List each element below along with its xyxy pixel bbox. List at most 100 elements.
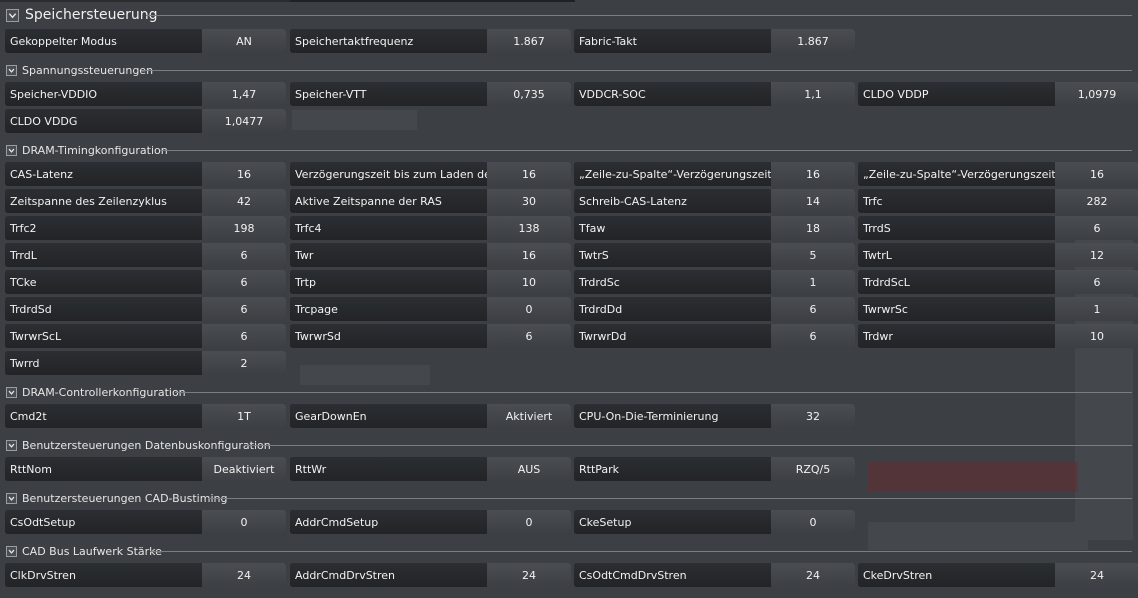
setting-value[interactable]: 0 bbox=[202, 510, 286, 534]
setting-trcd-read[interactable]: „Zeile-zu-Spalte“-Verzögerungszeit f... 1… bbox=[574, 162, 855, 186]
setting-value[interactable]: 1 bbox=[771, 270, 855, 294]
setting-trdrddd[interactable]: TrdrdDd 6 bbox=[574, 297, 855, 321]
section-header-cad-bustiming[interactable]: Benutzersteuerungen CAD-Bustiming bbox=[6, 491, 227, 505]
setting-value[interactable]: 1.867 bbox=[771, 29, 855, 53]
chevron-down-icon[interactable] bbox=[6, 492, 17, 504]
setting-value[interactable]: 1.867 bbox=[487, 29, 571, 53]
setting-speicher-vddio[interactable]: Speicher-VDDIO 1,47 bbox=[5, 82, 286, 106]
setting-ckesetup[interactable]: CkeSetup 0 bbox=[574, 510, 855, 534]
setting-csodtcmddrvstren[interactable]: CsOdtCmdDrvStren 24 bbox=[574, 563, 855, 587]
setting-value[interactable]: 18 bbox=[771, 216, 855, 240]
setting-trrdl[interactable]: TrrdL 6 bbox=[5, 243, 286, 267]
setting-tras[interactable]: Aktive Zeitspanne der RAS 30 bbox=[290, 189, 571, 213]
setting-value[interactable]: 0 bbox=[487, 510, 571, 534]
setting-value[interactable]: 6 bbox=[771, 297, 855, 321]
setting-twr[interactable]: Twr 16 bbox=[290, 243, 571, 267]
setting-clkdrvstren[interactable]: ClkDrvStren 24 bbox=[5, 563, 286, 587]
setting-value[interactable]: 1T bbox=[202, 404, 286, 428]
setting-gekoppelter-modus[interactable]: Gekoppelter Modus AN bbox=[5, 29, 286, 53]
setting-twtrl[interactable]: TwtrL 12 bbox=[858, 243, 1138, 267]
setting-vddcr-soc[interactable]: VDDCR-SOC 1,1 bbox=[574, 82, 855, 106]
setting-twrwrsc[interactable]: TwrwrSc 1 bbox=[858, 297, 1138, 321]
setting-value[interactable]: 24 bbox=[771, 563, 855, 587]
setting-value[interactable]: 42 bbox=[202, 189, 286, 213]
setting-value[interactable]: 10 bbox=[487, 270, 571, 294]
setting-trp[interactable]: Verzögerungszeit bis zum Laden der ...16 bbox=[290, 162, 571, 186]
setting-value[interactable]: 6 bbox=[202, 243, 286, 267]
setting-value[interactable]: 138 bbox=[487, 216, 571, 240]
setting-value[interactable]: AN bbox=[202, 29, 286, 53]
setting-value[interactable]: 16 bbox=[487, 243, 571, 267]
setting-value[interactable]: 16 bbox=[487, 162, 571, 186]
setting-value[interactable]: 16 bbox=[1055, 162, 1138, 186]
setting-twrwrsd[interactable]: TwrwrSd 6 bbox=[290, 324, 571, 348]
setting-schreib-cas-latenz[interactable]: Schreib-CAS-Latenz 14 bbox=[574, 189, 855, 213]
setting-value[interactable]: Deaktiviert bbox=[202, 457, 286, 481]
setting-value[interactable]: 6 bbox=[202, 297, 286, 321]
setting-value[interactable]: 0,735 bbox=[487, 82, 571, 106]
setting-cas-latenz[interactable]: CAS-Latenz 16 bbox=[5, 162, 286, 186]
setting-value[interactable]: 2 bbox=[202, 351, 286, 375]
setting-value[interactable]: AUS bbox=[487, 457, 571, 481]
setting-addrcmddrvstren[interactable]: AddrCmdDrvStren 24 bbox=[290, 563, 571, 587]
setting-cldo-vddp[interactable]: CLDO VDDP 1,0979 bbox=[858, 82, 1138, 106]
setting-value[interactable]: 6 bbox=[487, 324, 571, 348]
setting-value[interactable]: 24 bbox=[202, 563, 286, 587]
setting-value[interactable]: 24 bbox=[487, 563, 571, 587]
setting-value[interactable]: 10 bbox=[1055, 324, 1138, 348]
setting-twrwrscl[interactable]: TwrwrScL 6 bbox=[5, 324, 286, 348]
setting-speichertaktfrequenz[interactable]: Speichertaktfrequenz 1.867 bbox=[290, 29, 571, 53]
setting-value[interactable]: 1,0477 bbox=[202, 109, 286, 133]
section-header-datenbuskonfiguration[interactable]: Benutzersteuerungen Datenbuskonfiguratio… bbox=[6, 438, 271, 452]
chevron-down-icon[interactable] bbox=[6, 439, 17, 451]
setting-value[interactable]: 14 bbox=[771, 189, 855, 213]
setting-trdrdsd[interactable]: TrdrdSd 6 bbox=[5, 297, 286, 321]
setting-value[interactable]: 1,1 bbox=[771, 82, 855, 106]
setting-trfc4[interactable]: Trfc4 138 bbox=[290, 216, 571, 240]
setting-tcke[interactable]: TCke 6 bbox=[5, 270, 286, 294]
setting-value[interactable]: 6 bbox=[1055, 270, 1138, 294]
chevron-down-icon[interactable] bbox=[6, 545, 17, 557]
setting-value[interactable]: 0 bbox=[771, 510, 855, 534]
setting-value[interactable]: 32 bbox=[771, 404, 855, 428]
setting-value[interactable]: RZQ/5 bbox=[771, 457, 855, 481]
setting-speicher-vtt[interactable]: Speicher-VTT 0,735 bbox=[290, 82, 571, 106]
setting-rttpark[interactable]: RttPark RZQ/5 bbox=[574, 457, 855, 481]
setting-trcd-write[interactable]: „Zeile-zu-Spalte“-Verzögerungszeit f... 1… bbox=[858, 162, 1138, 186]
section-header-dram-controller[interactable]: DRAM-Controllerkonfiguration bbox=[6, 385, 186, 399]
setting-value[interactable]: 6 bbox=[202, 324, 286, 348]
chevron-down-icon[interactable] bbox=[6, 386, 17, 398]
section-header-cad-bus-laufwerk[interactable]: CAD Bus Laufwerk Stärke bbox=[6, 544, 162, 558]
setting-twrwrdd[interactable]: TwrwrDd 6 bbox=[574, 324, 855, 348]
setting-trrds[interactable]: TrrdS 6 bbox=[858, 216, 1138, 240]
section-header-speichersteuerung[interactable]: Speichersteuerung bbox=[6, 6, 158, 24]
chevron-down-icon[interactable] bbox=[6, 144, 17, 156]
setting-value[interactable]: 282 bbox=[1055, 189, 1138, 213]
section-header-spannungssteuerungen[interactable]: Spannungssteuerungen bbox=[6, 63, 153, 77]
setting-rttnom[interactable]: RttNom Deaktiviert bbox=[5, 457, 286, 481]
setting-trc[interactable]: Zeitspanne des Zeilenzyklus 42 bbox=[5, 189, 286, 213]
setting-trdrdscl[interactable]: TrdrdScL 6 bbox=[858, 270, 1138, 294]
setting-twtrs[interactable]: TwtrS 5 bbox=[574, 243, 855, 267]
setting-fabric-takt[interactable]: Fabric-Takt 1.867 bbox=[574, 29, 855, 53]
setting-trdwr[interactable]: Trdwr 10 bbox=[858, 324, 1138, 348]
setting-value[interactable]: 0 bbox=[487, 297, 571, 321]
setting-value[interactable]: 16 bbox=[771, 162, 855, 186]
setting-geardownen[interactable]: GearDownEn Aktiviert bbox=[290, 404, 571, 428]
setting-value[interactable]: 24 bbox=[1055, 563, 1138, 587]
setting-value[interactable]: 6 bbox=[202, 270, 286, 294]
setting-value[interactable]: 16 bbox=[202, 162, 286, 186]
setting-value[interactable]: Aktiviert bbox=[487, 404, 571, 428]
setting-value[interactable]: 12 bbox=[1055, 243, 1138, 267]
setting-twrrd[interactable]: Twrrd 2 bbox=[5, 351, 286, 375]
section-header-dram-timing[interactable]: DRAM-Timingkonfiguration bbox=[6, 143, 168, 157]
setting-trdrdsc[interactable]: TrdrdSc 1 bbox=[574, 270, 855, 294]
setting-value[interactable]: 198 bbox=[202, 216, 286, 240]
chevron-down-icon[interactable] bbox=[6, 64, 17, 76]
setting-trtp[interactable]: Trtp 10 bbox=[290, 270, 571, 294]
setting-value[interactable]: 6 bbox=[1055, 216, 1138, 240]
setting-value[interactable]: 6 bbox=[771, 324, 855, 348]
setting-trcpage[interactable]: Trcpage 0 bbox=[290, 297, 571, 321]
setting-value[interactable]: 5 bbox=[771, 243, 855, 267]
setting-value[interactable]: 30 bbox=[487, 189, 571, 213]
